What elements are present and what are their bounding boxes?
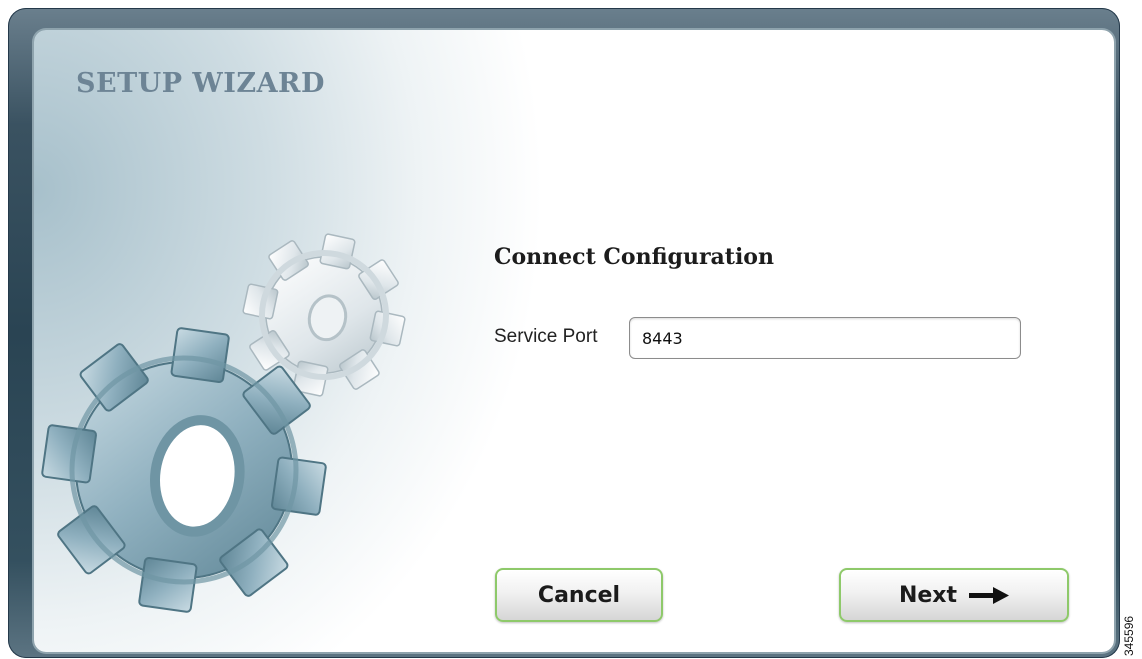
arrow-right-icon [969,587,1010,604]
cancel-button-label: Cancel [537,582,621,608]
next-button-label: Next [898,582,958,608]
figure-id: 345596 [1122,615,1136,656]
gears-icon [41,233,406,613]
wizard-panel: SETUP WIZARD Connect Configuration Servi… [34,30,1114,652]
service-port-label: Service Port [494,326,598,347]
service-port-input[interactable] [629,317,1021,359]
next-button[interactable]: Next [839,568,1069,622]
wizard-window-frame: SETUP WIZARD Connect Configuration Servi… [8,8,1120,658]
section-title: Connect Configuration [494,244,774,270]
cancel-button[interactable]: Cancel [495,568,663,622]
wizard-title: SETUP WIZARD [76,68,325,99]
